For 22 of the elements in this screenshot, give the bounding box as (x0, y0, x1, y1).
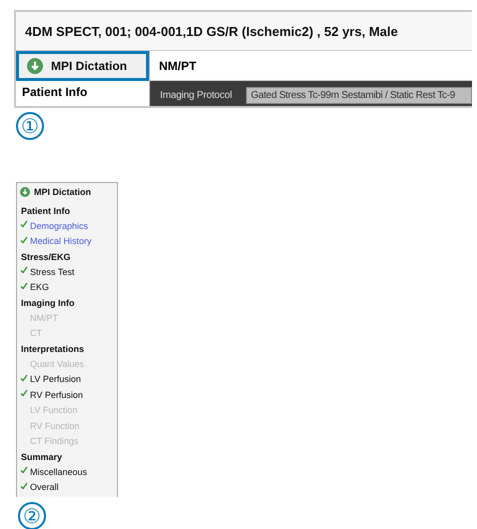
sidebar-item[interactable]: Medical History (30, 236, 92, 246)
group-heading: Interpretations (20, 343, 86, 356)
sidebar-item[interactable]: Overall (30, 482, 59, 492)
sidebar-item[interactable]: EKG (30, 282, 50, 292)
download-icon (27, 58, 43, 74)
sidebar-item[interactable]: Demographics (30, 220, 88, 231)
callout-number: ② (18, 502, 46, 529)
group-heading: Summary (20, 451, 64, 464)
sidebar-item[interactable]: Miscellaneous (30, 466, 88, 477)
dictation-button[interactable]: MPI Dictation (16, 51, 149, 81)
group-heading: Imaging Info (20, 297, 76, 310)
field-label: Imaging Protocol (160, 90, 232, 100)
sidebar-item[interactable]: RV Perfusion (30, 390, 83, 400)
window-title: 4DM SPECT, 001; 004-001,1D GS/R (Ischemic2) , 52 yrs, Male (16, 12, 472, 51)
callout-number: ① (16, 112, 44, 140)
group-heading: Patient Info (20, 205, 71, 218)
protocol-field[interactable]: Gated Stress Tc-99m Sestamibi / Static Rest Tc-9 (246, 86, 472, 104)
group-heading: Stress/EKG (20, 251, 72, 264)
download-icon (20, 187, 30, 197)
sidebar-item[interactable]: LV Perfusion (30, 374, 81, 384)
sidebar-item[interactable]: Stress Test (30, 266, 74, 277)
dictation-button[interactable]: MPI Dictation (20, 187, 92, 203)
